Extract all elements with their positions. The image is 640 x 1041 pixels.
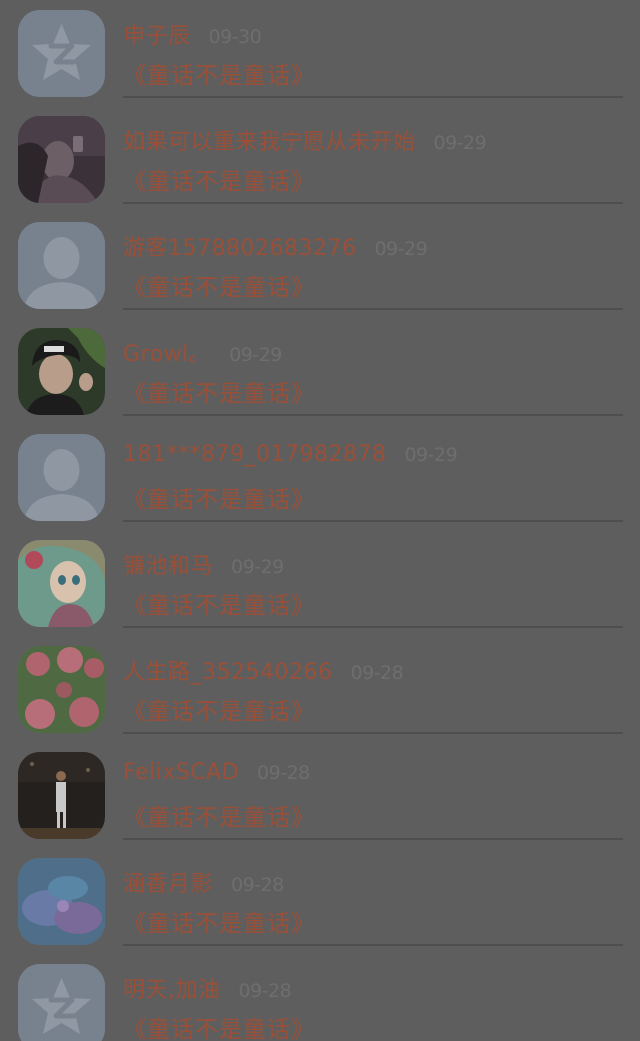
comment-list: 申子辰 09-30 《童话不是童话》 如果可以重来我宁愿从未开始 09-29 《… [0, 0, 640, 1041]
comment-header: 181***879_017982878 09-29 [123, 442, 458, 474]
user-name[interactable]: 游客1578802683276 [123, 230, 356, 262]
comment-date: 09-29 [229, 344, 282, 366]
comment-date: 09-30 [208, 26, 262, 48]
comment-header: 如果可以重来我宁愿从未开始 09-29 [123, 124, 487, 156]
comment-text: 《童话不是童话》 [123, 805, 315, 831]
comment-date: 09-29 [374, 238, 428, 260]
comment-text: 《童话不是童话》 [123, 593, 315, 619]
comment-header: 明天,加油 09-28 [123, 972, 292, 1004]
user-name[interactable]: 明天,加油 [123, 972, 221, 1004]
comment-text: 《童话不是童话》 [123, 63, 315, 89]
comment-list-page: 申子辰 09-30 《童话不是童话》 如果可以重来我宁愿从未开始 09-29 《… [0, 0, 640, 1041]
comment-date: 09-29 [231, 556, 284, 578]
comment-text: 《童话不是童话》 [123, 169, 315, 195]
list-item[interactable]: 游客1578802683276 09-29 《童话不是童话》 [0, 194, 640, 310]
comment-text: 《童话不是童话》 [123, 381, 315, 407]
comment-text: 《童话不是童话》 [123, 699, 315, 725]
comment-date: 09-28 [231, 874, 284, 896]
list-item[interactable]: 如果可以重来我宁愿从未开始 09-29 《童话不是童话》 [0, 88, 640, 204]
user-photo-avatar[interactable] [18, 328, 105, 415]
list-item[interactable]: FelixSCAD 09-28 《童话不是童话》 [0, 724, 640, 840]
list-item[interactable]: 明天,加油 09-28 《童话不是童话》 [0, 936, 640, 1041]
user-name[interactable]: 人生路_352540266 [123, 654, 332, 686]
user-name[interactable]: FelixSCAD [123, 760, 239, 785]
list-item[interactable]: 人生路_352540266 09-28 《童话不是童话》 [0, 618, 640, 734]
guest-person-avatar-icon[interactable] [18, 434, 105, 521]
comment-text: 《童话不是童话》 [123, 911, 315, 937]
comment-header: 申子辰 09-30 [123, 18, 262, 50]
list-item[interactable]: Growl。 09-29 《童话不是童话》 [0, 300, 640, 416]
comment-header: 游客1578802683276 09-29 [123, 230, 428, 262]
user-name[interactable]: 镰池和马 [123, 548, 213, 580]
comment-text: 《童话不是童话》 [123, 487, 315, 513]
comment-header: 镰池和马 09-29 [123, 548, 284, 580]
user-name[interactable]: 181***879_017982878 [123, 442, 386, 467]
user-name[interactable]: 如果可以重来我宁愿从未开始 [123, 124, 416, 156]
list-item[interactable]: 涵香月影 09-28 《童话不是童话》 [0, 830, 640, 946]
comment-date: 09-28 [350, 662, 404, 684]
qq-default-avatar-icon[interactable] [18, 10, 105, 97]
comment-header: 人生路_352540266 09-28 [123, 654, 404, 686]
list-item[interactable]: 申子辰 09-30 《童话不是童话》 [0, 0, 640, 98]
comment-date: 09-29 [404, 444, 458, 466]
list-item[interactable]: 181***879_017982878 09-29 《童话不是童话》 [0, 406, 640, 522]
comment-text: 《童话不是童话》 [123, 275, 315, 301]
list-item[interactable]: 镰池和马 09-29 《童话不是童话》 [0, 512, 640, 628]
blue-flower-avatar[interactable] [18, 858, 105, 945]
anime-girl-avatar[interactable] [18, 540, 105, 627]
comment-date: 09-29 [433, 132, 487, 154]
guest-person-avatar-icon[interactable] [18, 222, 105, 309]
comment-text: 《童话不是童话》 [123, 1017, 315, 1041]
comment-header: Growl。 09-29 [123, 336, 282, 368]
user-photo-avatar[interactable] [18, 116, 105, 203]
comment-date: 09-28 [238, 980, 292, 1002]
comment-header: 涵香月影 09-28 [123, 866, 284, 898]
user-name[interactable]: Growl。 [123, 336, 211, 368]
user-name[interactable]: 申子辰 [123, 18, 191, 50]
comment-date: 09-28 [257, 762, 310, 784]
user-name[interactable]: 涵香月影 [123, 866, 213, 898]
comment-header: FelixSCAD 09-28 [123, 760, 310, 792]
qq-default-avatar-icon[interactable] [18, 964, 105, 1041]
basketball-player-avatar[interactable] [18, 752, 105, 839]
roses-avatar[interactable] [18, 646, 105, 733]
